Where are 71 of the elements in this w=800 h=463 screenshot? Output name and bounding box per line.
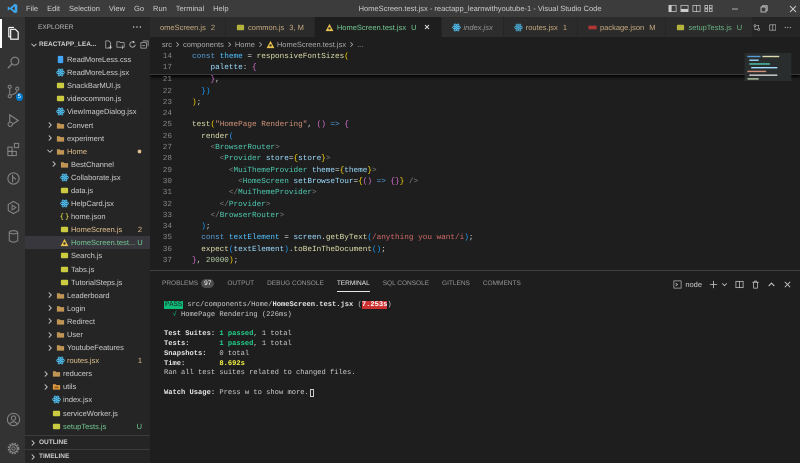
split-layout-icon[interactable] [692, 4, 701, 13]
compare-changes-icon[interactable] [753, 22, 761, 32]
minimap-drawing[interactable] [744, 53, 792, 81]
chevron-right-icon[interactable] [42, 382, 50, 391]
account-icon[interactable] [6, 412, 21, 427]
refresh-icon[interactable] [128, 40, 138, 49]
atom-icon [60, 199, 69, 208]
chevron-right-icon [348, 40, 356, 48]
chevron-right-icon[interactable] [46, 304, 54, 312]
files-icon [6, 26, 21, 41]
trash-icon[interactable] [751, 280, 760, 288]
js-file-icon [60, 225, 69, 234]
source-control-icon [6, 84, 21, 99]
js-file-icon [676, 22, 686, 32]
terminal-icon [673, 280, 682, 288]
chevron-up-icon[interactable] [767, 280, 776, 288]
warning-icon [324, 22, 334, 32]
folder-icon [52, 382, 61, 392]
chevron-down-icon[interactable] [30, 40, 38, 48]
layout-grid-icon[interactable] [704, 4, 713, 13]
js-file-icon [236, 22, 246, 32]
chevron-right-icon[interactable] [46, 134, 54, 142]
chevron-right-icon[interactable] [29, 438, 37, 446]
chevron-right-icon[interactable] [46, 291, 54, 300]
chevron-right-icon [174, 40, 181, 48]
chevron-right-icon[interactable] [46, 121, 54, 130]
new-file-icon[interactable] [104, 40, 114, 49]
atom-icon [56, 68, 65, 78]
atom-icon [52, 395, 61, 404]
chevron-right-icon [226, 40, 233, 48]
toggle-panel-icon[interactable] [680, 4, 689, 13]
collapse-all-icon[interactable] [140, 40, 150, 49]
new-folder-icon[interactable] [116, 40, 126, 49]
folder-icon [52, 369, 61, 378]
warning-icon [60, 238, 69, 248]
chevron-right-icon[interactable] [29, 452, 37, 460]
modified-dot-icon [137, 148, 142, 154]
css-file-icon [56, 55, 65, 64]
database-icon [6, 229, 21, 244]
chevron-right-icon[interactable] [46, 317, 54, 326]
more-actions-icon[interactable] [132, 25, 142, 29]
atom-icon [56, 107, 65, 116]
chevron-down-icon[interactable] [46, 147, 54, 156]
atom-icon [514, 22, 523, 32]
js-file-icon [60, 186, 69, 195]
search-icon [6, 55, 21, 70]
gitlens-icon [6, 171, 21, 186]
atom-icon [452, 22, 461, 32]
chevron-right-icon[interactable] [46, 330, 54, 339]
split-editor-icon[interactable] [768, 22, 776, 32]
settings-icon[interactable] [6, 441, 21, 456]
close-icon[interactable] [788, 4, 798, 14]
atom-icon [56, 356, 65, 366]
close-tab-icon[interactable] [422, 23, 431, 31]
chevron-right-icon [256, 40, 264, 48]
chevron-right-icon[interactable] [46, 344, 54, 352]
chevron-right-icon[interactable] [42, 370, 50, 378]
chevron-right-icon[interactable] [50, 160, 58, 168]
app-logo-icon [7, 3, 18, 14]
hexagon-play-icon [6, 200, 21, 215]
extensions-icon [6, 142, 21, 157]
npm-icon [588, 22, 597, 32]
toggle-sidebar-icon[interactable] [668, 4, 677, 13]
close-icon[interactable] [783, 280, 792, 288]
restore-icon[interactable] [759, 4, 769, 14]
plus-icon[interactable] [709, 280, 718, 288]
split-terminal-icon[interactable] [735, 280, 744, 288]
run-debug-icon [6, 113, 21, 128]
atom-icon [60, 172, 69, 182]
braces-icon [60, 212, 69, 222]
warning-icon [266, 40, 275, 48]
